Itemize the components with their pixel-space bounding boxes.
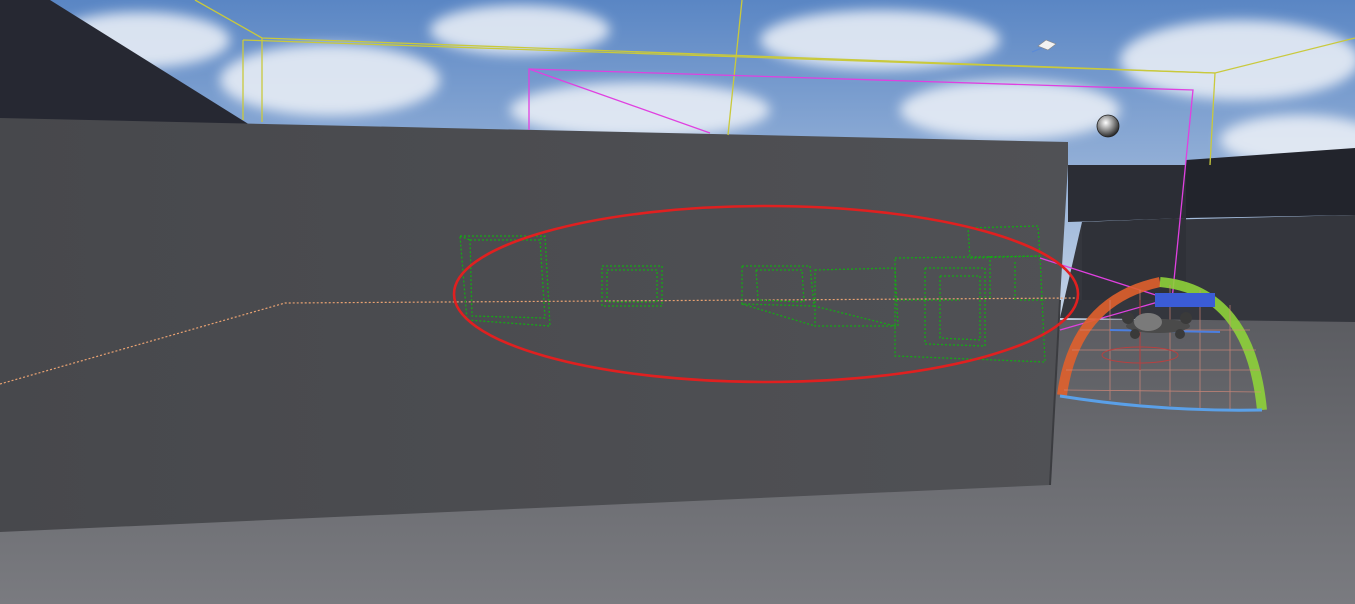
level-viewport[interactable] <box>0 0 1355 604</box>
reflection-sphere-icon[interactable] <box>1096 114 1120 138</box>
main-wall <box>0 118 1068 532</box>
far-wall-right-block <box>1186 148 1355 218</box>
far-wall-upper <box>1068 165 1190 222</box>
